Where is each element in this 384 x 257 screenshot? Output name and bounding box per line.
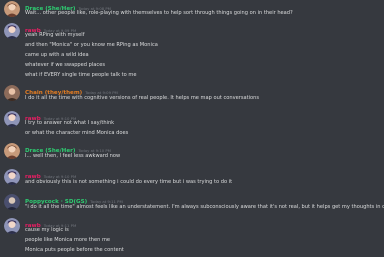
rawb-avatar-icon[interactable] — [4, 218, 20, 234]
message-text: whatever if we swapped places — [25, 62, 106, 68]
rawb-avatar-icon[interactable] — [4, 111, 20, 127]
message-header: Drace (She/Her) Today at 9:08 PM — [25, 1, 111, 12]
message-text: and obviously this is not something i co… — [25, 179, 233, 185]
message-text: I... well then, I feel less awkward now — [25, 153, 121, 159]
message-text: cause my logic is — [25, 227, 69, 233]
chat-message-list: Drace (She/Her) Today at 9:08 PM Wait... … — [0, 0, 384, 257]
rawb-avatar-icon[interactable] — [4, 169, 20, 185]
message-text: and then "Monica" or you know me RPing a… — [25, 42, 158, 48]
message-header: rawb Today at 9:10 PM — [25, 111, 76, 122]
message-text: people like Monica more then me — [25, 237, 111, 243]
poppycock-avatar-icon[interactable] — [4, 194, 20, 210]
message-text: what if EVERY single time people talk to… — [25, 72, 137, 78]
drace-avatar-icon[interactable] — [4, 1, 20, 17]
message-header: Chain (they/them) Today at 9:09 PM — [25, 85, 118, 96]
message-text: yeah RPing with myself — [25, 32, 85, 38]
message-text: Wait... other people like, role-playing … — [25, 10, 293, 16]
rawb-avatar-icon[interactable] — [4, 23, 20, 39]
message-header: Drace (She/Her) Today at 9:10 PM — [25, 143, 111, 154]
message-text: or what the character mind Monica does — [25, 130, 129, 136]
message-header: rawb Today at 9:10 PM — [25, 169, 76, 180]
message-text: came up with a wild idea — [25, 52, 89, 58]
message-text: I try to answer not what I say/think — [25, 120, 115, 126]
message-header: rawb Today at 9:09 PM — [25, 23, 76, 34]
message-text: Monica puts people before the content — [25, 247, 124, 253]
message-header: Poppycock · SD(GS) Today at 9:11 PM — [25, 194, 123, 205]
chain-avatar-icon[interactable] — [4, 85, 20, 101]
message-text: "i do it all the time" almost feels like… — [25, 204, 384, 210]
message-text: I do it all the time with cognitive vers… — [25, 95, 260, 101]
message-header: rawb Today at 9:11 PM — [25, 218, 76, 229]
drace-avatar-icon[interactable] — [4, 143, 20, 159]
